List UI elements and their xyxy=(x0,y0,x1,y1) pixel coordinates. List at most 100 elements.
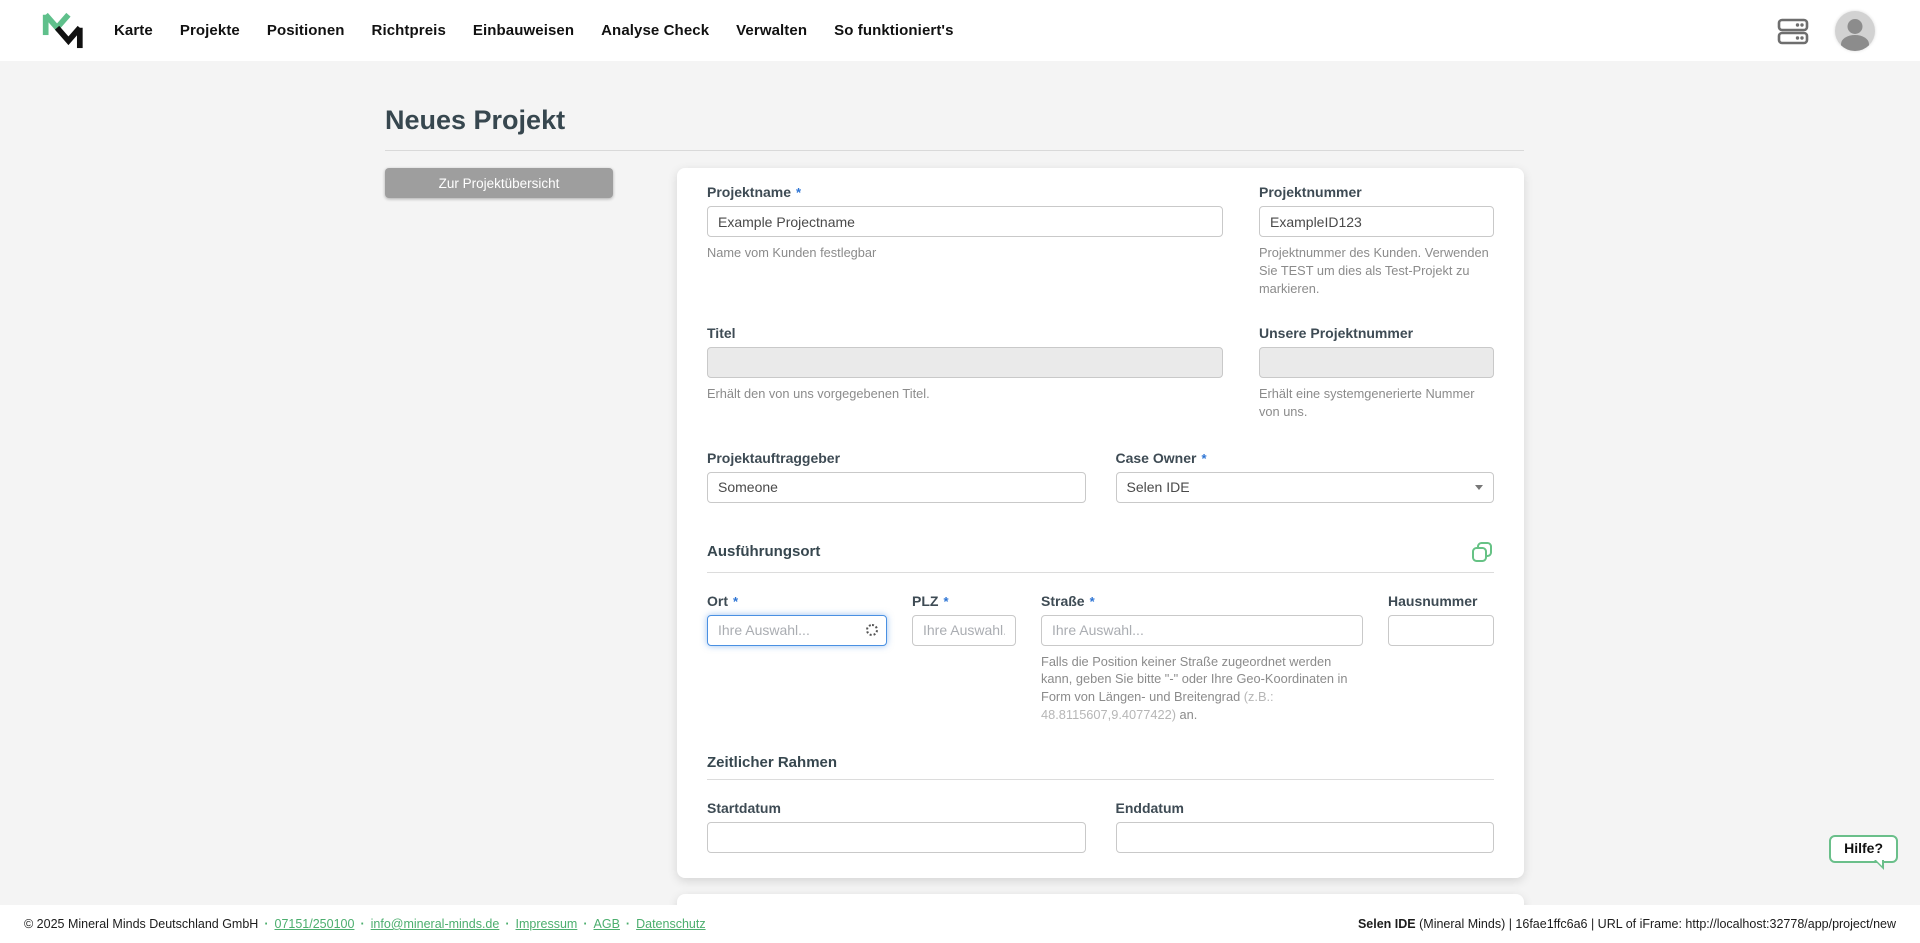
main-nav: Karte Projekte Positionen Richtpreis Ein… xyxy=(114,22,954,39)
required-asterisk: * xyxy=(733,594,738,609)
chevron-down-icon xyxy=(1475,485,1483,490)
projektnummer-hint: Projektnummer des Kunden. Verwenden Sie … xyxy=(1259,244,1494,298)
footer-session-info: Selen IDE (Mineral Minds) | 16fae1ffc6a6… xyxy=(1358,917,1896,931)
nav-item-verwalten[interactable]: Verwalten xyxy=(736,22,807,39)
projektname-field-group: Projektname * Name vom Kunden festlegbar xyxy=(707,184,1223,298)
projektauftraggeber-field-group: Projektauftraggeber xyxy=(707,450,1086,503)
plz-input[interactable] xyxy=(912,615,1016,646)
titel-field-group: Titel Erhält den von uns vorgegebenen Ti… xyxy=(707,325,1223,421)
strasse-hint-suffix: an. xyxy=(1176,707,1197,722)
ausfuehrungsort-section-header: Ausführungsort xyxy=(707,540,1494,564)
projektname-label: Projektname * xyxy=(707,184,1223,200)
unsere-projektnummer-label-text: Unsere Projektnummer xyxy=(1259,325,1413,341)
loading-spinner-icon xyxy=(866,624,878,636)
ort-field-group: Ort * xyxy=(707,593,887,725)
required-asterisk: * xyxy=(1090,594,1095,609)
nav-item-richtpreis[interactable]: Richtpreis xyxy=(372,22,446,39)
copyright-text: © 2025 Mineral Minds Deutschland GmbH xyxy=(24,917,258,931)
top-navigation-bar: Karte Projekte Positionen Richtpreis Ein… xyxy=(0,0,1920,61)
page-title: Neues Projekt xyxy=(385,61,1524,136)
titel-label-text: Titel xyxy=(707,325,736,341)
footer-bar: © 2025 Mineral Minds Deutschland GmbH · … xyxy=(0,905,1920,943)
projektnummer-field-group: Projektnummer Projektnummer des Kunden. … xyxy=(1259,184,1494,298)
strasse-input[interactable] xyxy=(1041,615,1363,646)
case-owner-field-group: Case Owner * Selen IDE xyxy=(1116,450,1495,503)
enddatum-label: Enddatum xyxy=(1116,800,1495,816)
header-actions xyxy=(1777,11,1875,51)
impressum-link[interactable]: Impressum xyxy=(516,917,578,931)
unsere-projektnummer-hint: Erhält eine systemgenerierte Nummer von … xyxy=(1259,385,1494,421)
footer-separator: · xyxy=(626,917,630,931)
ort-label-text: Ort xyxy=(707,593,728,609)
zeitlicher-rahmen-divider xyxy=(707,779,1494,780)
ausfuehrungsort-section-title: Ausführungsort xyxy=(707,543,820,560)
case-owner-select[interactable]: Selen IDE xyxy=(1116,472,1495,503)
zeitlicher-rahmen-section-header: Zeitlicher Rahmen xyxy=(707,754,1494,771)
projektname-label-text: Projektname xyxy=(707,184,791,200)
unsere-projektnummer-field-group: Unsere Projektnummer Erhält eine systemg… xyxy=(1259,325,1494,421)
ort-label: Ort * xyxy=(707,593,887,609)
plz-label: PLZ * xyxy=(912,593,1016,609)
startdatum-label: Startdatum xyxy=(707,800,1086,816)
startdatum-field-group: Startdatum xyxy=(707,800,1086,853)
phone-link[interactable]: 07151/250100 xyxy=(275,917,355,931)
back-to-project-overview-button[interactable]: Zur Projektübersicht xyxy=(385,168,613,198)
projektauftraggeber-input[interactable] xyxy=(707,472,1086,503)
ort-input[interactable] xyxy=(707,615,887,646)
nav-item-positionen[interactable]: Positionen xyxy=(267,22,345,39)
projektauftraggeber-label-text: Projektauftraggeber xyxy=(707,450,840,466)
projektnummer-input[interactable] xyxy=(1259,206,1494,237)
nav-item-so-funktionierts[interactable]: So funktioniert's xyxy=(834,22,953,39)
projektnummer-label-text: Projektnummer xyxy=(1259,184,1362,200)
footer-user-name: Selen IDE xyxy=(1358,917,1416,931)
titel-hint: Erhält den von uns vorgegebenen Titel. xyxy=(707,385,1223,403)
projektauftraggeber-label: Projektauftraggeber xyxy=(707,450,1086,466)
case-owner-label: Case Owner * xyxy=(1116,450,1495,466)
strasse-label: Straße * xyxy=(1041,593,1363,609)
required-asterisk: * xyxy=(1201,451,1206,466)
datenschutz-link[interactable]: Datenschutz xyxy=(636,917,705,931)
startdatum-label-text: Startdatum xyxy=(707,800,781,816)
footer-separator: · xyxy=(583,917,587,931)
footer-separator: · xyxy=(264,917,268,931)
email-link[interactable]: info@mineral-minds.de xyxy=(371,917,500,931)
projektname-input[interactable] xyxy=(707,206,1223,237)
case-owner-selected-value: Selen IDE xyxy=(1127,479,1190,495)
enddatum-input[interactable] xyxy=(1116,822,1495,853)
hausnummer-field-group: Hausnummer xyxy=(1388,593,1494,725)
avatar-body-shape xyxy=(1841,35,1869,50)
footer-session-details: (Mineral Minds) | 16fae1ffc6a6 | URL of … xyxy=(1416,917,1896,931)
next-form-card-partial xyxy=(677,894,1524,905)
ausfuehrungsort-divider xyxy=(707,572,1494,573)
projektname-hint: Name vom Kunden festlegbar xyxy=(707,244,1223,262)
help-button[interactable]: Hilfe? xyxy=(1829,835,1898,863)
hausnummer-input[interactable] xyxy=(1388,615,1494,646)
nav-item-analyse-check[interactable]: Analyse Check xyxy=(601,22,709,39)
user-avatar[interactable] xyxy=(1835,11,1875,51)
strasse-hint: Falls die Position keiner Straße zugeord… xyxy=(1041,653,1363,725)
enddatum-label-text: Enddatum xyxy=(1116,800,1184,816)
avatar-head-shape xyxy=(1848,19,1863,34)
strasse-label-text: Straße xyxy=(1041,593,1085,609)
unsere-projektnummer-label: Unsere Projektnummer xyxy=(1259,325,1494,341)
server-stack-icon[interactable] xyxy=(1777,15,1809,47)
main-content-area: Neues Projekt Zur Projektübersicht Proje… xyxy=(0,61,1920,905)
mineral-minds-logo-icon[interactable] xyxy=(40,6,92,56)
agb-link[interactable]: AGB xyxy=(594,917,620,931)
startdatum-input[interactable] xyxy=(707,822,1086,853)
strasse-hint-main: Falls die Position keiner Straße zugeord… xyxy=(1041,654,1347,705)
nav-item-projekte[interactable]: Projekte xyxy=(180,22,240,39)
nav-item-einbauweisen[interactable]: Einbauweisen xyxy=(473,22,574,39)
zeitlicher-rahmen-section-title: Zeitlicher Rahmen xyxy=(707,754,837,771)
required-asterisk: * xyxy=(943,594,948,609)
plz-field-group: PLZ * xyxy=(912,593,1016,725)
footer-left: © 2025 Mineral Minds Deutschland GmbH · … xyxy=(24,917,706,931)
strasse-field-group: Straße * Falls die Position keiner Straß… xyxy=(1041,593,1363,725)
titel-label: Titel xyxy=(707,325,1223,341)
projektnummer-label: Projektnummer xyxy=(1259,184,1494,200)
unsere-projektnummer-input xyxy=(1259,347,1494,378)
case-owner-label-text: Case Owner xyxy=(1116,450,1197,466)
hausnummer-label: Hausnummer xyxy=(1388,593,1494,609)
copy-icon[interactable] xyxy=(1470,540,1494,564)
nav-item-karte[interactable]: Karte xyxy=(114,22,153,39)
